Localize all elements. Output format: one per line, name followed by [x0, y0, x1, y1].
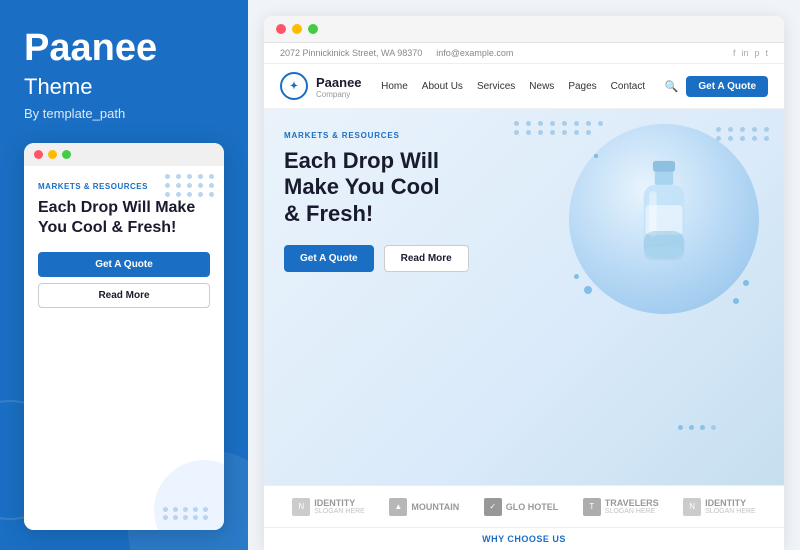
- mini-dot-red: [34, 150, 43, 159]
- browser-dot-red: [276, 24, 286, 34]
- logo-name: Paanee: [316, 75, 362, 90]
- mini-read-more-button[interactable]: Read More: [38, 283, 210, 308]
- twitter-icon: t: [765, 48, 768, 58]
- email-text: info@example.com: [436, 48, 513, 58]
- mini-browser-content: MARKETS & RESOURCES Each Drop Will Make …: [24, 166, 224, 530]
- brand-author: By template_path: [24, 106, 224, 121]
- hero-buttons: Get A Quote Read More: [284, 245, 524, 272]
- mini-dots-decoration: [165, 174, 216, 197]
- logo-sub: Company: [316, 90, 362, 99]
- brand-sub-5: SLOGAN HERE: [705, 508, 756, 515]
- brand-title: Paanee: [24, 28, 224, 70]
- brand-glo-hotel: ✓ GLO HOTEL: [484, 498, 559, 516]
- browser-window: 2072 Pinnickinick Street, WA 98370 info@…: [264, 16, 784, 550]
- splash-dots-bottom: [678, 425, 719, 430]
- hero-left: MARKETS & RESOURCES Each Drop WillMake Y…: [284, 131, 524, 475]
- mini-dot-green: [62, 150, 71, 159]
- browser-dot-yellow: [292, 24, 302, 34]
- brand-name-3: GLO HOTEL: [506, 502, 559, 512]
- mini-dot-yellow: [48, 150, 57, 159]
- nav-contact[interactable]: Contact: [611, 81, 645, 92]
- nav-about[interactable]: About Us: [422, 81, 463, 92]
- bottle-svg: [624, 159, 704, 279]
- topbar-right: f in p t: [733, 48, 768, 58]
- brand-mountain: ▲ MOUNTAIN: [389, 498, 459, 516]
- site-hero: MARKETS & RESOURCES Each Drop WillMake Y…: [264, 109, 784, 485]
- brand-icon-5: N: [683, 498, 701, 516]
- nav-pages[interactable]: Pages: [568, 81, 596, 92]
- facebook-icon: f: [733, 48, 736, 58]
- brand-identity-1: N IDENTITY SLOGAN HERE: [292, 498, 365, 516]
- mini-headline: Each Drop Will Make You Cool & Fresh!: [38, 198, 210, 238]
- brand-icon-4: T: [583, 498, 601, 516]
- left-panel: Paanee Theme By template_path MARKETS & …: [0, 0, 248, 550]
- brand-name-4: TRAVELERS: [605, 498, 659, 508]
- nav-links: Home About Us Services News Pages Contac…: [381, 81, 645, 92]
- search-icon[interactable]: 🔍: [665, 80, 679, 93]
- mini-browser: MARKETS & RESOURCES Each Drop Will Make …: [24, 143, 224, 530]
- address-text: 2072 Pinnickinick Street, WA 98370: [280, 48, 422, 58]
- brands-row: N IDENTITY SLOGAN HERE ▲ MOUNTAIN ✓ GLO …: [264, 485, 784, 527]
- brand-name-5: IDENTITY: [705, 498, 756, 508]
- why-choose-section: WHY CHOOSE US: [264, 527, 784, 550]
- brand-icon-3: ✓: [484, 498, 502, 516]
- hero-get-quote-button[interactable]: Get A Quote: [284, 245, 374, 272]
- nav-news[interactable]: News: [529, 81, 554, 92]
- brand-identity-2: N IDENTITY SLOGAN HERE: [683, 498, 756, 516]
- site-topbar: 2072 Pinnickinick Street, WA 98370 info@…: [264, 43, 784, 64]
- topbar-left: 2072 Pinnickinick Street, WA 98370 info@…: [280, 48, 513, 58]
- bottle-circle: [569, 124, 759, 314]
- brand-travelers: T TRAVELERS SLOGAN HERE: [583, 498, 659, 516]
- logo-icon: ✦: [280, 72, 308, 100]
- brand-icon-2: ▲: [389, 498, 407, 516]
- instagram-icon: in: [741, 48, 748, 58]
- nav-services[interactable]: Services: [477, 81, 515, 92]
- browser-top-bar: [264, 16, 784, 43]
- hero-bottle-image: [564, 119, 764, 319]
- hero-tag: MARKETS & RESOURCES: [284, 131, 524, 140]
- brand-sub-4: SLOGAN HERE: [605, 508, 659, 515]
- hero-headline: Each Drop WillMake You Cool& Fresh!: [284, 148, 524, 227]
- nav-cta-button[interactable]: Get A Quote: [686, 76, 768, 97]
- right-panel: 2072 Pinnickinick Street, WA 98370 info@…: [248, 0, 800, 550]
- pinterest-icon: p: [754, 48, 759, 58]
- brand-icon-1: N: [292, 498, 310, 516]
- mini-browser-bar: [24, 143, 224, 166]
- brand-sub-1: SLOGAN HERE: [314, 508, 365, 515]
- mini-get-quote-button[interactable]: Get A Quote: [38, 252, 210, 277]
- browser-dot-green: [308, 24, 318, 34]
- nav-actions: 🔍 Get A Quote: [665, 76, 768, 97]
- brand-subtitle: Theme: [24, 74, 224, 100]
- site-nav: ✦ Paanee Company Home About Us Services …: [264, 64, 784, 109]
- mini-dots-bottom: [163, 507, 210, 520]
- nav-home[interactable]: Home: [381, 81, 408, 92]
- logo-text-block: Paanee Company: [316, 74, 362, 99]
- brand-name-1: IDENTITY: [314, 498, 365, 508]
- nav-logo: ✦ Paanee Company: [280, 72, 362, 100]
- brand-name-2: MOUNTAIN: [411, 502, 459, 512]
- hero-read-more-button[interactable]: Read More: [384, 245, 469, 272]
